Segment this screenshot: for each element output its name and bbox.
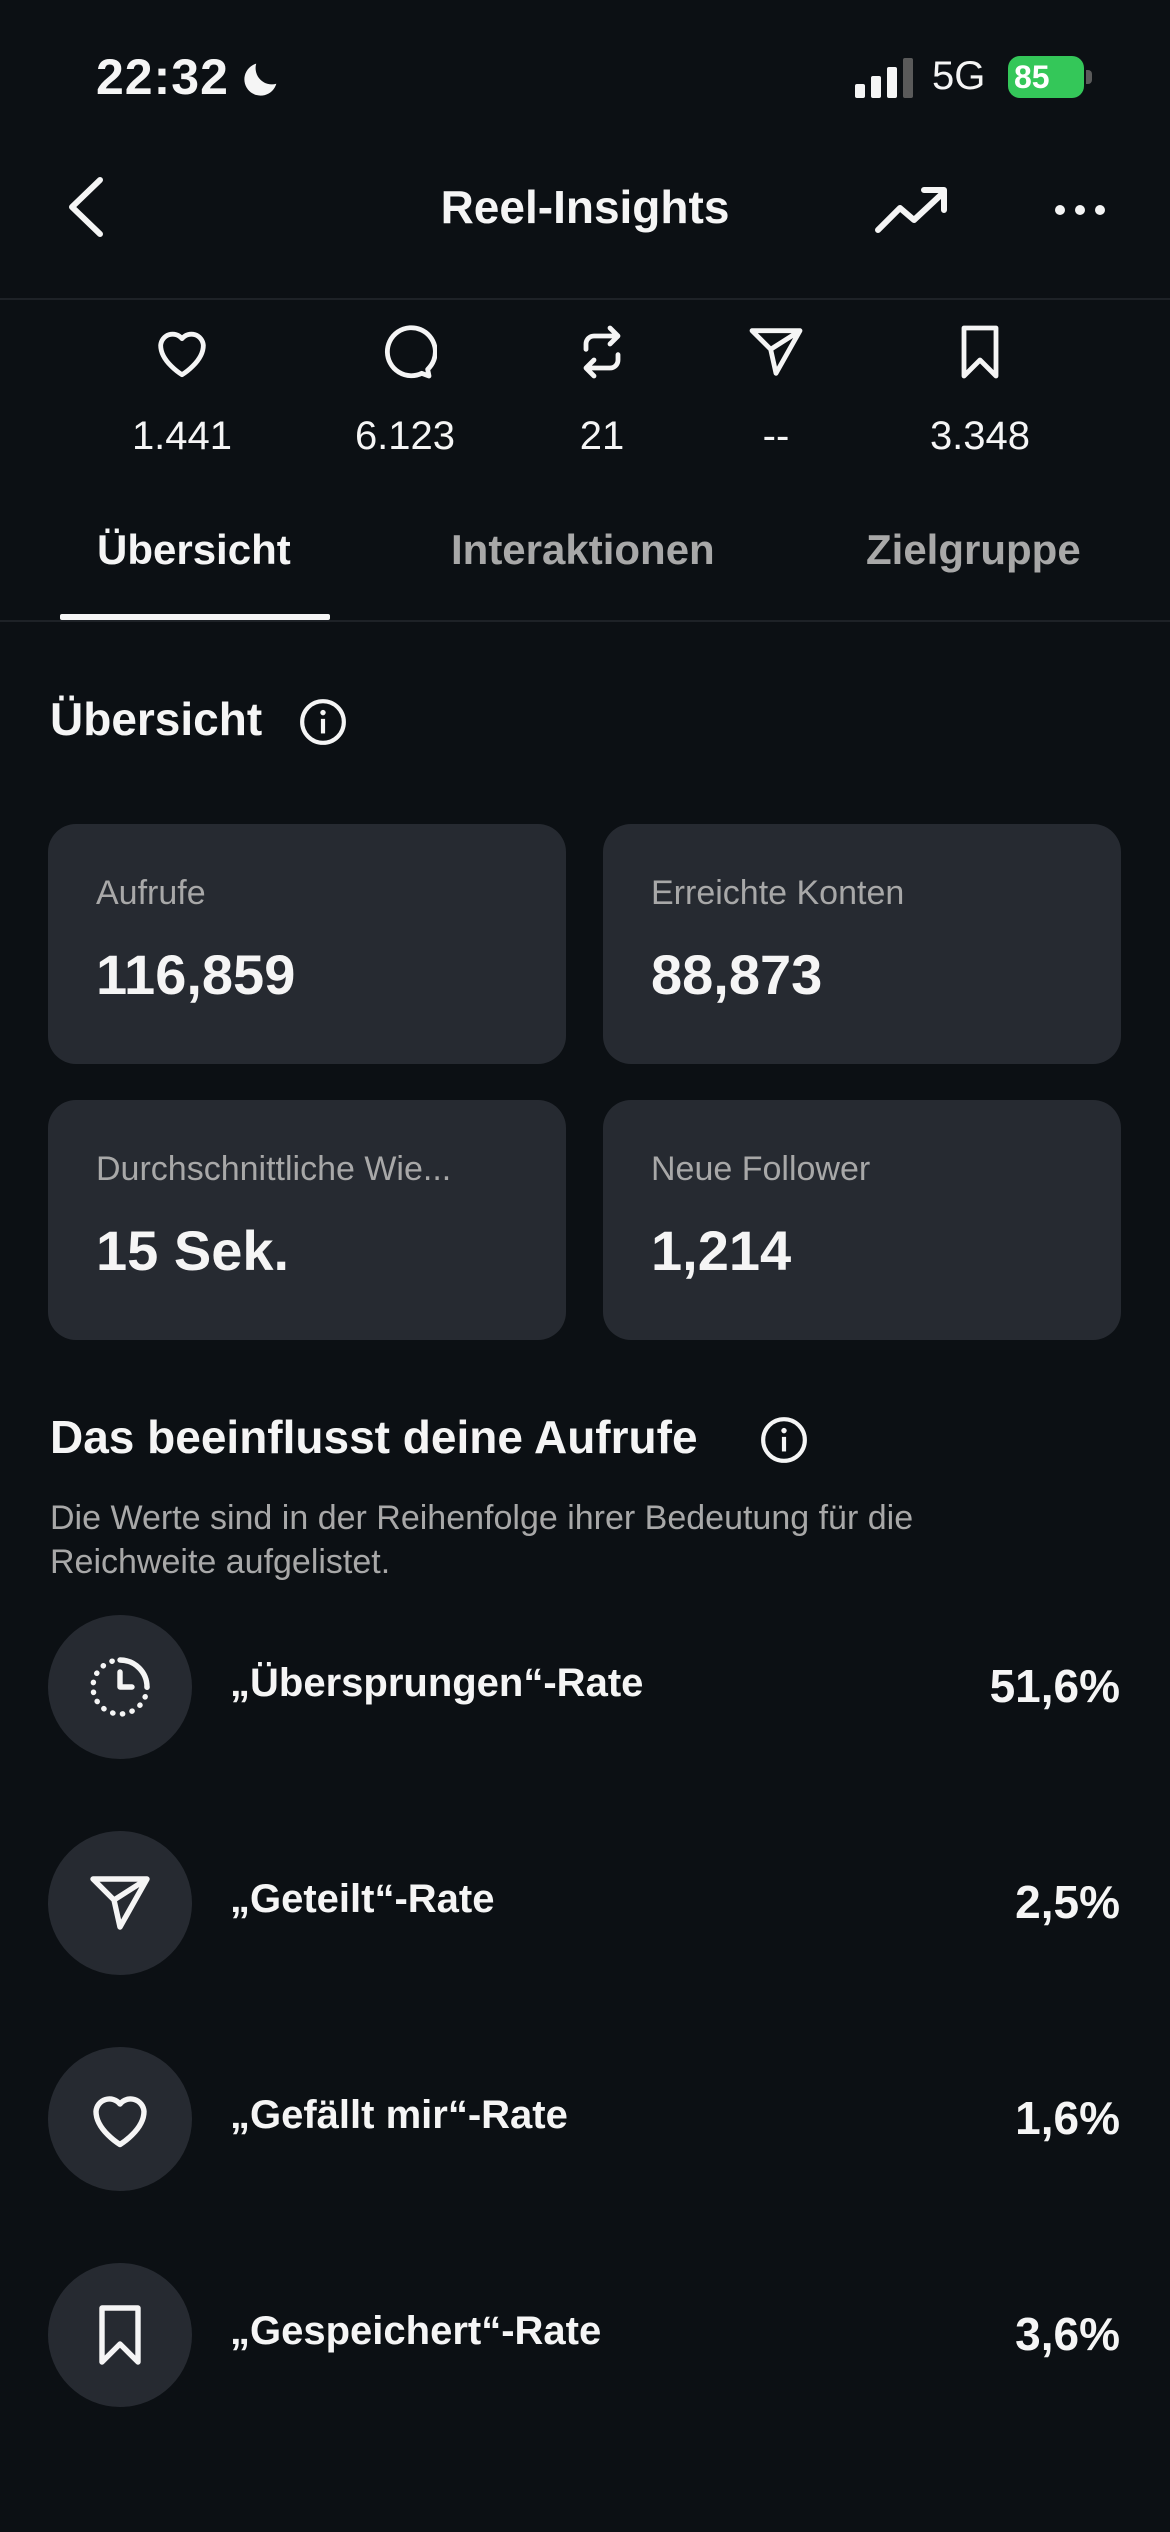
card-avg-watch-time[interactable]: Durchschnittliche Wie... 15 Sek.	[48, 1100, 566, 1340]
share-icon	[90, 1876, 150, 1930]
rate-label: „Übersprungen“-Rate	[230, 1661, 644, 1705]
moon-icon	[244, 63, 277, 96]
tab-overview[interactable]: Übersicht	[97, 526, 291, 574]
card-label: Durchschnittliche Wie...	[96, 1150, 452, 1188]
rate-row-skip[interactable]: „Übersprungen“-Rate 51,6%	[0, 1615, 1170, 1759]
stat-value: 1.441	[131, 414, 233, 458]
rate-row-likes[interactable]: „Gefällt mir“-Rate 1,6%	[0, 2047, 1170, 2191]
rate-icon-circle	[48, 1615, 192, 1759]
card-value: 116,859	[96, 943, 296, 1006]
rate-icon-circle	[48, 2263, 192, 2407]
tab-interactions[interactable]: Interaktionen	[451, 526, 715, 574]
rate-icon-circle	[48, 2047, 192, 2191]
card-new-followers[interactable]: Neue Follower 1,214	[603, 1100, 1121, 1340]
heart-icon	[158, 331, 206, 378]
stat-value: 6.123	[354, 414, 456, 458]
signal-icon	[855, 58, 913, 98]
trend-icon[interactable]	[872, 180, 952, 240]
stat-reposts: 21	[512, 320, 692, 459]
rate-value: 2,5%	[1015, 1876, 1120, 1928]
rate-row-shared[interactable]: „Geteilt“-Rate 2,5%	[0, 1831, 1170, 1975]
rate-label: „Gefällt mir“-Rate	[230, 2093, 568, 2137]
card-label: Aufrufe	[96, 874, 206, 912]
card-label: Erreichte Konten	[651, 874, 905, 912]
card-value: 15 Sek.	[96, 1219, 290, 1282]
page-title: Reel-Insights	[440, 181, 730, 233]
network-type: 5G	[932, 54, 986, 98]
rate-value: 51,6%	[989, 1660, 1120, 1712]
stat-value: 21	[579, 414, 625, 458]
stat-shares: --	[686, 320, 866, 459]
info-icon[interactable]	[759, 1415, 809, 1465]
rate-value: 1,6%	[1015, 2092, 1120, 2144]
card-value: 1,214	[651, 1219, 792, 1282]
repost-icon	[583, 325, 621, 379]
rate-value: 3,6%	[1015, 2308, 1120, 2360]
bookmark-icon	[961, 325, 999, 379]
share-icon	[749, 328, 803, 376]
bookmark-icon	[99, 2305, 141, 2365]
reel-stats-row: 1.441 6.123 21 -- 3.348	[0, 320, 1170, 470]
stat-saves: 3.348	[890, 320, 1070, 459]
info-icon[interactable]	[298, 697, 348, 747]
active-tab-indicator	[60, 614, 330, 620]
stat-value: 3.348	[929, 414, 1031, 458]
status-bar: 22:32 5G 85	[0, 0, 1170, 150]
battery-level: 85	[1014, 59, 1050, 95]
tab-bar: Übersicht Interaktionen Zielgruppe	[0, 500, 1170, 622]
tab-audience[interactable]: Zielgruppe	[866, 526, 1081, 574]
rate-label: „Gespeichert“-Rate	[230, 2309, 602, 2353]
card-reached-accounts[interactable]: Erreichte Konten 88,873	[603, 824, 1121, 1064]
stat-comments: 6.123	[315, 320, 495, 459]
rate-label: „Geteilt“-Rate	[230, 1877, 495, 1921]
card-value: 88,873	[651, 943, 823, 1006]
comment-icon	[384, 325, 437, 379]
stat-value: --	[762, 414, 790, 458]
skip-timer-icon	[90, 1657, 150, 1717]
nav-header: Reel-Insights	[0, 150, 1170, 300]
battery-icon: 85	[1008, 56, 1092, 98]
more-options-icon[interactable]	[1050, 180, 1110, 240]
influence-title: Das beeinflusst deine Aufrufe	[50, 1411, 698, 1463]
rate-icon-circle	[48, 1831, 192, 1975]
influence-subtitle: Die Werte sind in der Reihenfolge ihrer …	[50, 1499, 914, 1581]
card-views[interactable]: Aufrufe 116,859	[48, 824, 566, 1064]
stat-likes: 1.441	[92, 320, 272, 459]
card-label: Neue Follower	[651, 1150, 871, 1188]
status-time: 22:32	[96, 49, 229, 105]
heart-icon	[93, 2096, 147, 2148]
overview-title: Übersicht	[50, 693, 263, 745]
rate-row-saved[interactable]: „Gespeichert“-Rate 3,6%	[0, 2263, 1170, 2407]
